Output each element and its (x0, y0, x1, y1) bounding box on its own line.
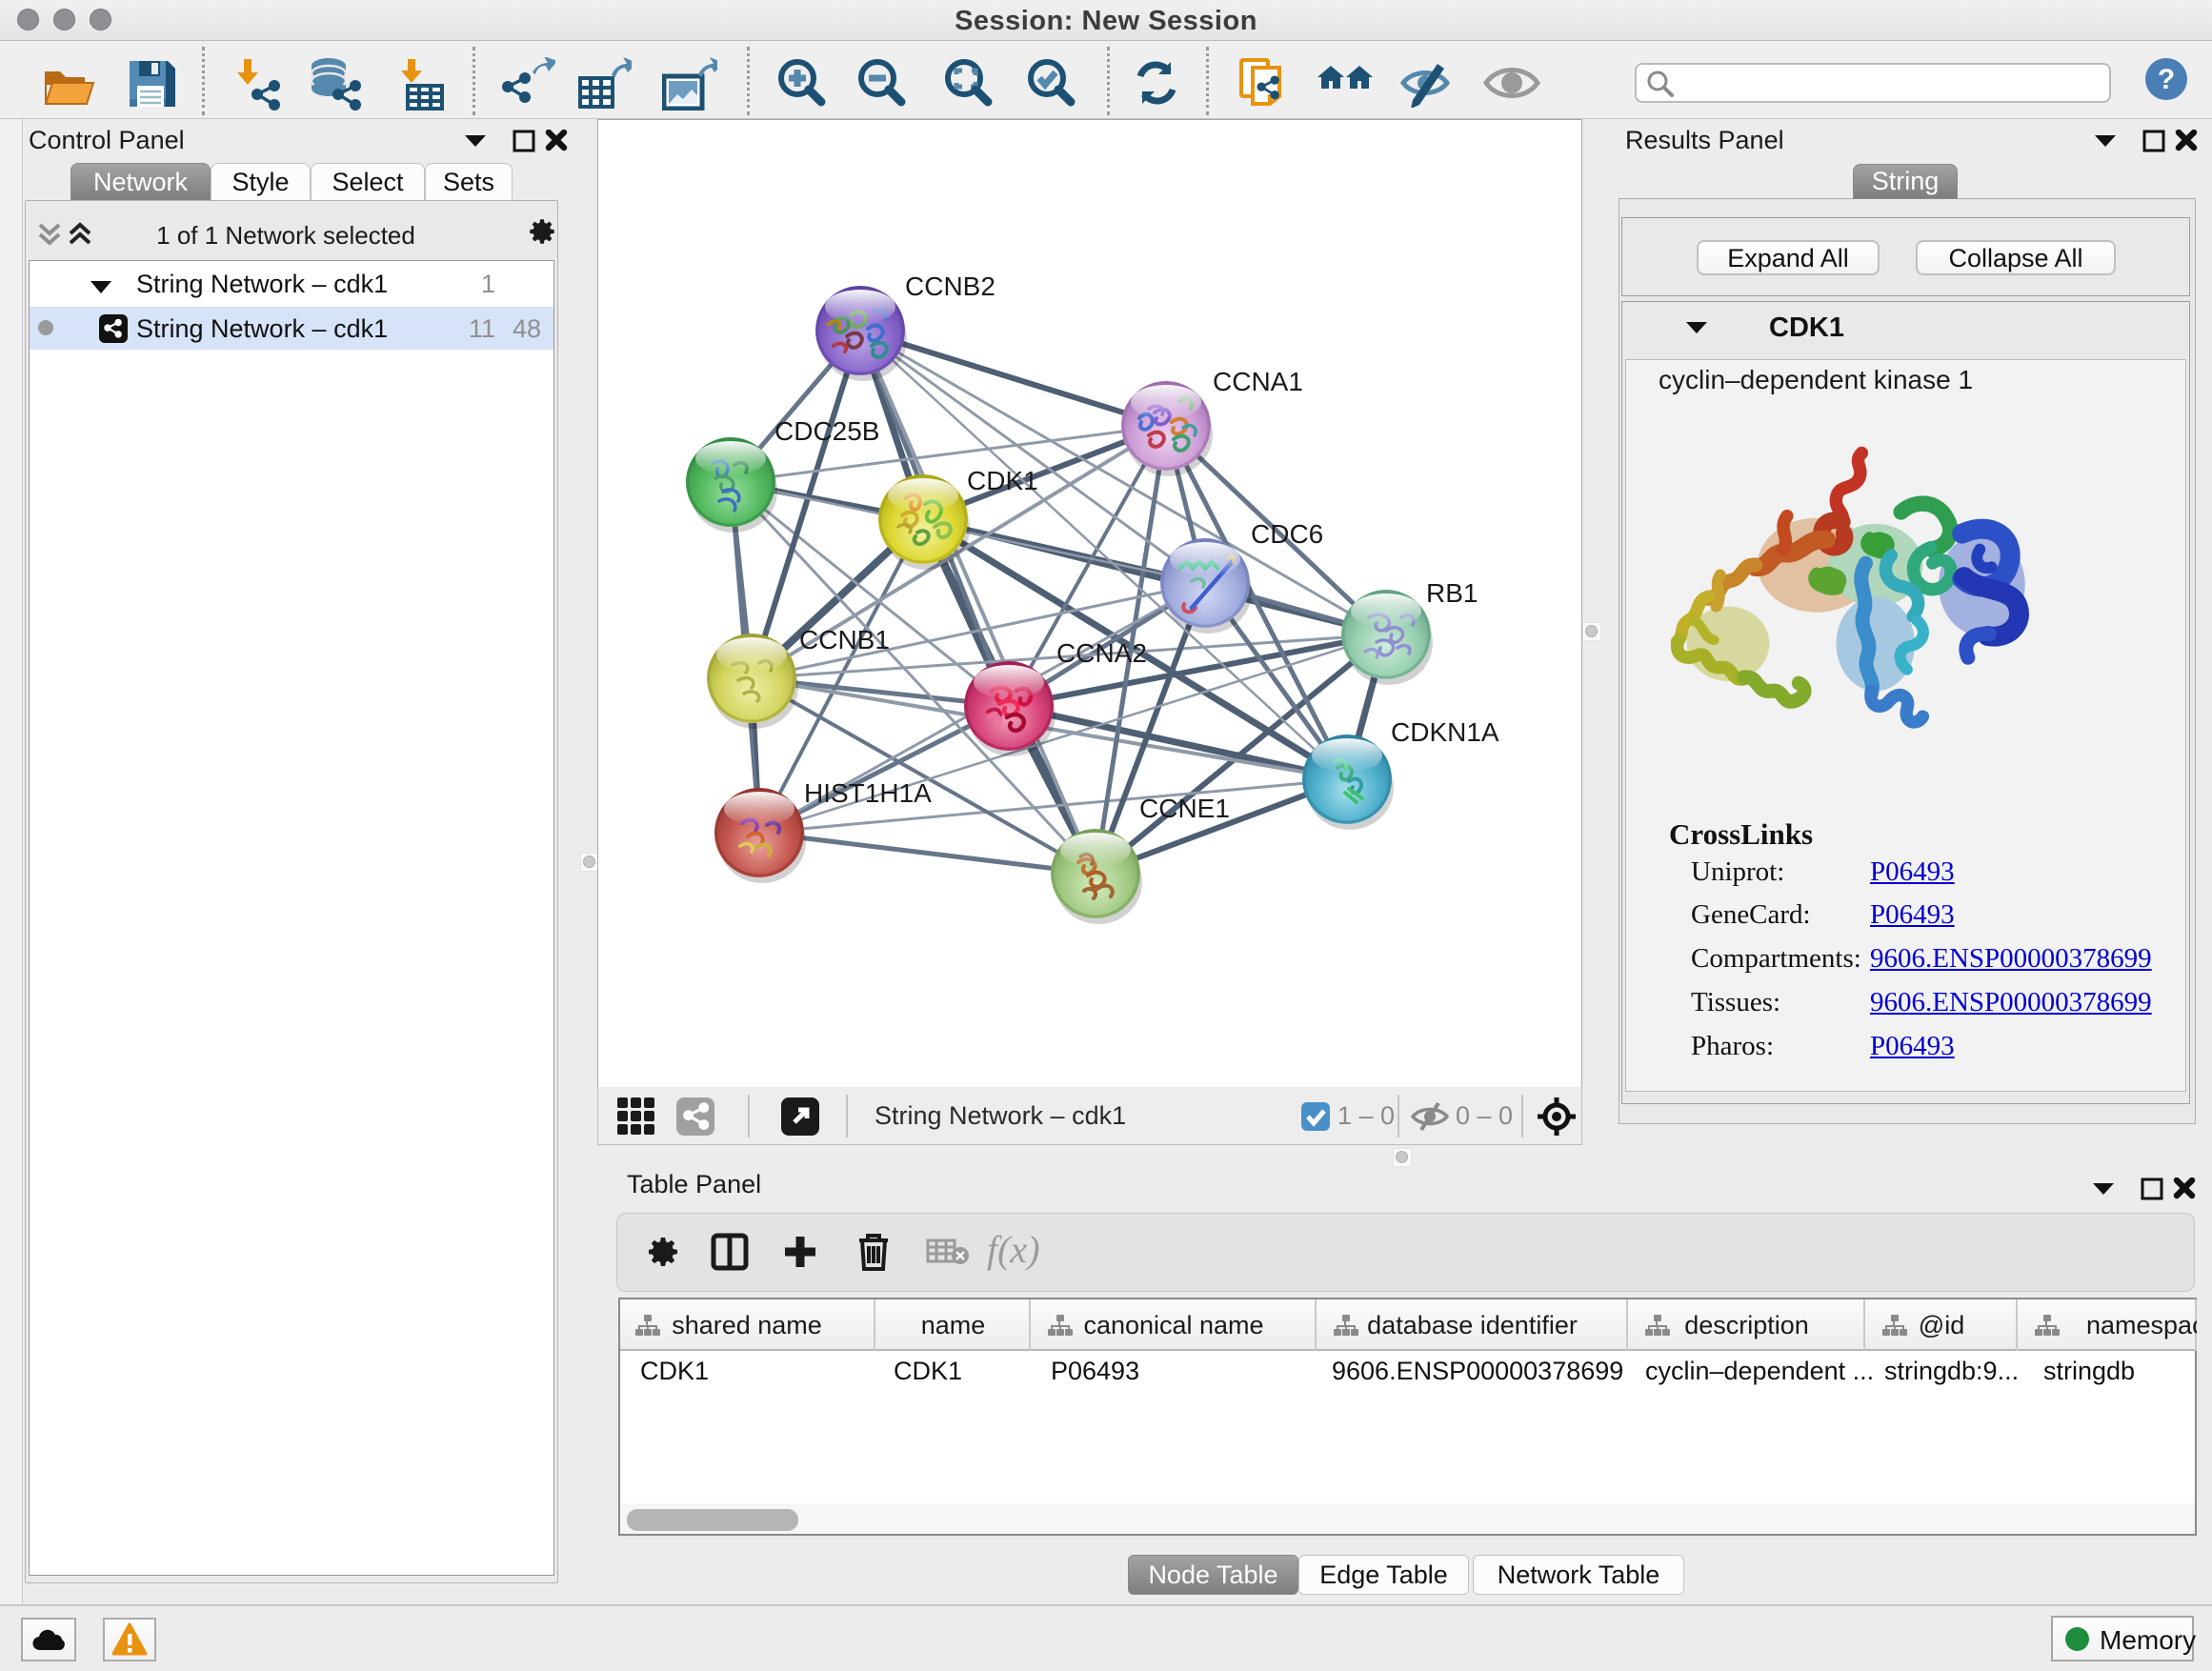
svg-text:CCNB2: CCNB2 (905, 272, 995, 301)
svg-text:CCNA2: CCNA2 (1056, 638, 1147, 668)
svg-text:CDKN1A: CDKN1A (1391, 717, 1499, 747)
svg-text:CCNE1: CCNE1 (1139, 794, 1230, 823)
svg-text:CCNA1: CCNA1 (1213, 367, 1303, 396)
svg-text:CDC25B: CDC25B (774, 416, 879, 446)
svg-text:CCNB1: CCNB1 (799, 625, 890, 654)
svg-text:CDC6: CDC6 (1251, 519, 1323, 549)
svg-text:RB1: RB1 (1426, 578, 1478, 608)
svg-text:?: ? (2158, 64, 2175, 95)
svg-text:HIST1H1A: HIST1H1A (804, 778, 932, 808)
svg-text:CDK1: CDK1 (967, 466, 1038, 495)
